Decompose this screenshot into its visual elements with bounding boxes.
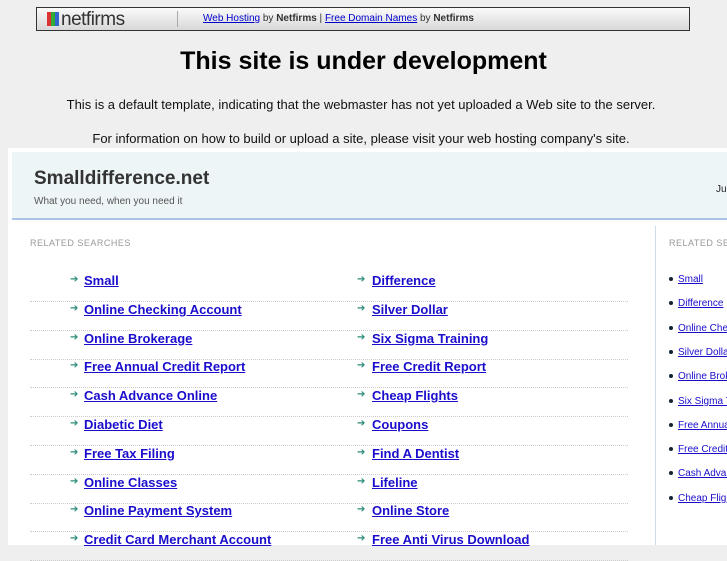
sidebar-item: Six Sigma Training (658, 396, 727, 407)
info-text-1: This is a default template, indicating t… (66, 97, 656, 112)
related-link[interactable]: Lifeline (372, 475, 418, 490)
netfirms-logo-icon (47, 12, 59, 26)
bullet-icon (669, 349, 673, 354)
sidebar-item: Free Annual Credit Report (658, 420, 727, 431)
banner-links: Web Hosting by Netfirms | Free Domain Na… (203, 13, 474, 24)
sidebar-link[interactable]: Online Brokerage (678, 371, 727, 382)
sidebar-item: Free Credit Report (658, 444, 727, 455)
arrow-icon: ➔ (70, 533, 79, 545)
arrow-icon: ➔ (70, 418, 79, 429)
arrow-icon: ➔ (70, 504, 79, 516)
bullet-icon (669, 301, 673, 306)
related-link[interactable]: Free Credit Report (372, 359, 486, 374)
list-row: ➔ Online Payment System ➔ Online Store (30, 503, 628, 533)
related-link[interactable]: Cash Advance Online (84, 388, 217, 403)
list-row: ➔ Cash Advance Online ➔ Cheap Flights (30, 388, 628, 418)
arrow-icon: ➔ (357, 302, 366, 314)
related-link[interactable]: Six Sigma Training (372, 331, 488, 346)
free-domain-names-link[interactable]: Free Domain Names (325, 13, 417, 24)
sidebar-item: Small (658, 274, 727, 285)
arrow-icon: ➔ (70, 475, 79, 487)
arrow-icon: ➔ (357, 446, 366, 458)
bullet-icon (669, 398, 673, 403)
sidebar-item: Difference (658, 298, 727, 309)
arrow-icon: ➔ (70, 360, 79, 372)
related-link[interactable]: Coupons (372, 417, 428, 432)
sidebar-link[interactable]: Cash Advance Online (678, 468, 727, 479)
site-name[interactable]: Smalldifference.net (34, 168, 209, 190)
sidebar-link[interactable]: Six Sigma Training (678, 396, 727, 407)
header-right-text: Ju (716, 184, 727, 195)
arrow-icon: ➔ (357, 504, 366, 516)
arrow-icon: ➔ (357, 418, 366, 429)
related-link[interactable]: Online Checking Account (84, 302, 242, 317)
related-searches-label: RELATED SEARCHES (30, 238, 131, 248)
netfirms-logo[interactable]: netfirms (47, 9, 125, 31)
sidebar-related-label: RELATED SEARCHES (669, 238, 727, 248)
list-row: ➔ Online Brokerage ➔ Six Sigma Training (30, 331, 628, 360)
bullet-icon (669, 447, 673, 452)
related-link[interactable]: Silver Dollar (372, 302, 448, 317)
column-divider (655, 226, 656, 545)
list-row: ➔ Free Annual Credit Report ➔ Free Credit R… (30, 359, 628, 389)
list-row: ➔ Small ➔ Difference (30, 273, 628, 302)
list-row: ➔ Online Checking Account ➔ Silver Dollar (30, 302, 628, 331)
arrow-icon: ➔ (357, 533, 366, 545)
info-text-2: For information on how to build or uploa… (92, 131, 630, 146)
bullet-icon (669, 325, 673, 330)
sidebar-link[interactable]: Small (678, 274, 703, 285)
arrow-icon: ➔ (357, 274, 366, 285)
sidebar-link[interactable]: Cheap Flights (678, 493, 727, 504)
list-row: ➔ Credit Card Merchant Account ➔ Free Anti … (30, 532, 628, 561)
related-link[interactable]: Small (84, 273, 119, 288)
related-link[interactable]: Difference (372, 273, 436, 288)
sidebar-item: Online Brokerage (658, 371, 727, 382)
sidebar-item: Online Checking Account (658, 323, 727, 334)
related-link[interactable]: Online Payment System (84, 503, 232, 518)
bullet-icon (669, 374, 673, 379)
site-tagline: What you need, when you need it (34, 196, 183, 207)
arrow-icon: ➔ (70, 331, 79, 343)
divider (177, 11, 178, 27)
list-row: ➔ Free Tax Filing ➔ Find A Dentist (30, 446, 628, 475)
bullet-icon (669, 277, 673, 281)
parked-page-frame: Smalldifference.net What you need, when … (8, 148, 727, 561)
sidebar-link[interactable]: Free Annual Credit Report (678, 420, 727, 431)
related-link[interactable]: Free Annual Credit Report (84, 359, 245, 374)
sidebar-link[interactable]: Free Credit Report (678, 444, 727, 455)
arrow-icon: ➔ (357, 331, 366, 343)
sidebar-link[interactable]: Online Checking Account (678, 323, 727, 334)
arrow-icon: ➔ (357, 360, 366, 372)
related-link[interactable]: Online Brokerage (84, 331, 192, 346)
sidebar-link[interactable]: Difference (678, 298, 723, 309)
bullet-icon (669, 495, 673, 500)
sidebar-item: Silver Dollar (658, 347, 727, 358)
related-link[interactable]: Free Tax Filing (84, 446, 175, 461)
related-link[interactable]: Find A Dentist (372, 446, 459, 461)
arrow-icon: ➔ (357, 475, 366, 487)
site-header: Smalldifference.net What you need, when … (12, 152, 727, 220)
bullet-icon (669, 471, 673, 476)
sidebar-link[interactable]: Silver Dollar (678, 347, 727, 358)
related-link[interactable]: Diabetic Diet (84, 417, 163, 432)
netfirms-banner: netfirms Web Hosting by Netfirms | Free … (36, 7, 690, 31)
list-row: ➔ Online Classes ➔ Lifeline (30, 475, 628, 504)
list-row: ➔ Diabetic Diet ➔ Coupons (30, 417, 628, 446)
sidebar-item: Cash Advance Online (658, 468, 727, 479)
sidebar-item: Cheap Flights (658, 493, 727, 504)
web-hosting-link[interactable]: Web Hosting (203, 13, 260, 24)
page-title: This site is under development (180, 47, 547, 75)
related-link[interactable]: Online Classes (84, 475, 177, 490)
arrow-icon: ➔ (70, 446, 79, 458)
arrow-icon: ➔ (70, 389, 79, 401)
bullet-icon (669, 422, 673, 427)
related-link[interactable]: Cheap Flights (372, 388, 458, 403)
arrow-icon: ➔ (70, 302, 79, 314)
arrow-icon: ➔ (357, 389, 366, 401)
arrow-icon: ➔ (70, 274, 79, 285)
related-link[interactable]: Online Store (372, 503, 449, 518)
